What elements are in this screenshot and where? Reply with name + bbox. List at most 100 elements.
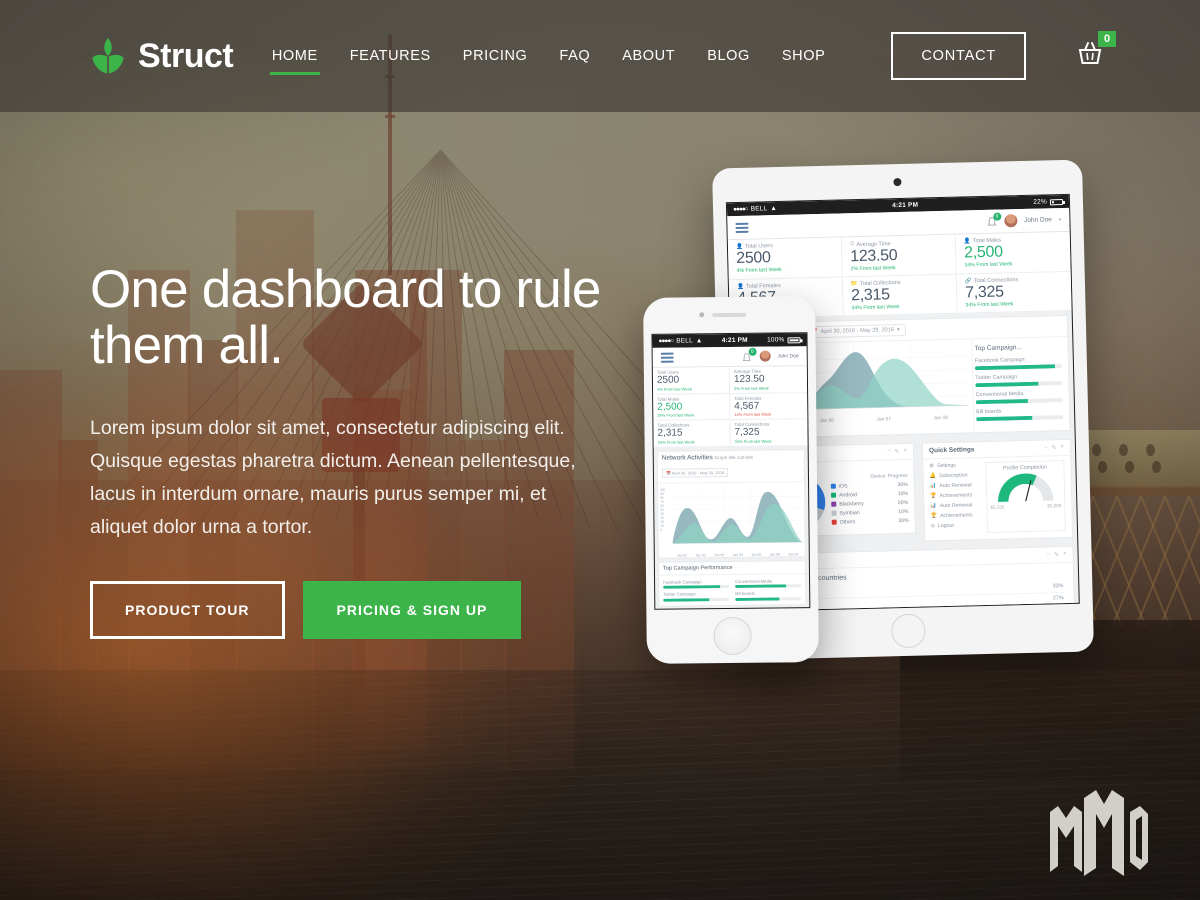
nav-item-home[interactable]: HOME xyxy=(269,42,320,75)
tablet-time: 4:21 PM xyxy=(892,201,919,210)
minimize-icon[interactable]: – xyxy=(1044,444,1048,451)
nav-item-shop[interactable]: SHOP xyxy=(780,42,828,70)
stat-delta: 2% From last Week xyxy=(850,265,896,273)
edit-icon[interactable]: ✎ xyxy=(1054,551,1059,558)
chevron-down-icon[interactable]: ▾ xyxy=(1059,217,1062,223)
user-name[interactable]: John Doe xyxy=(1024,216,1052,224)
stat-card: 🔗 Total Connections 7,325 34% From last Wee… xyxy=(956,271,1072,314)
quick-setting-item[interactable]: 📊 Auto Renewal xyxy=(930,502,982,509)
cart-count-badge: 0 xyxy=(1098,31,1116,47)
date-range-value: April 30, 2016 - May 29, 2016 xyxy=(671,469,725,476)
quick-setting-item[interactable]: ⎆ Logout xyxy=(931,522,983,530)
bell-icon[interactable]: 0 xyxy=(741,347,757,362)
quick-settings-title: Quick Settings xyxy=(928,446,975,455)
legend-item: Android 10% xyxy=(831,491,908,499)
chart-icon: 📊 xyxy=(929,483,937,490)
hero-title-line-2: them all. xyxy=(90,316,284,376)
notification-count: 0 xyxy=(992,212,1002,221)
top-campaign-title: Top Campaign... xyxy=(974,343,1022,353)
close-icon[interactable]: × xyxy=(1063,551,1067,558)
speaker-grille xyxy=(712,312,747,318)
top-campaign-performance-panel: Top Campaign Performance Facebook Campai… xyxy=(657,559,807,607)
quick-setting-item[interactable]: 🏆 Achievements xyxy=(931,512,983,519)
bell-icon[interactable]: 0 xyxy=(986,212,1002,227)
minimize-icon[interactable]: – xyxy=(1047,551,1051,558)
hamburger-icon[interactable] xyxy=(660,350,674,364)
logout-icon: ⎆ xyxy=(930,523,936,530)
home-button[interactable] xyxy=(713,616,752,656)
legend-col-device: Device xyxy=(870,473,886,480)
date-range-picker[interactable]: 📅 April 30, 2016 - May 29, 2016 ▾ xyxy=(804,323,906,339)
chart-x-axis: Jan 01 Jan 02 Jan 03 Jan 04 Jan 05 Jan 0… xyxy=(676,551,799,558)
nav-item-about[interactable]: ABOUT xyxy=(620,42,677,70)
avatar[interactable] xyxy=(759,350,771,362)
chart-y-axis: 100 90 80 70 60 50 40 30 20 10 0 xyxy=(660,487,666,532)
nav-item-features[interactable]: FEATURES xyxy=(348,42,433,70)
edit-icon[interactable]: ✎ xyxy=(1051,444,1056,451)
pricing-signup-button[interactable]: PRICING & SIGN UP xyxy=(302,581,522,640)
campaign-item: Conventional Media xyxy=(735,578,802,588)
top-campaign-panel: Top Campaign... Facebook Campaign Twitte… xyxy=(971,336,1070,433)
edit-icon[interactable]: ✎ xyxy=(894,448,899,455)
contact-button[interactable]: CONTACT xyxy=(891,32,1026,80)
quick-setting-item[interactable]: 🏆 Achievements xyxy=(930,492,982,499)
legend-item: iOS 30% xyxy=(830,482,908,490)
home-button[interactable] xyxy=(890,613,926,649)
tablet-carrier: BELL xyxy=(750,205,768,213)
campaign-label: Bill boards xyxy=(975,408,1002,416)
quick-setting-item[interactable]: 📊 Auto Renewal xyxy=(930,482,982,489)
nav-item-blog[interactable]: BLOG xyxy=(705,42,752,70)
phone-app-bar: 0 John Doe xyxy=(652,346,807,368)
device-usage-legend: Device Progress iOS 30% Android 10% Blackbe… xyxy=(830,473,909,529)
main-navigation: HOME FEATURES PRICING FAQ ABOUT BLOG SHO… xyxy=(269,31,1116,80)
campaign-label: Facebook Campaign xyxy=(974,356,1025,365)
date-range-picker[interactable]: 📅 April 30, 2016 - May 29, 2016 xyxy=(661,467,729,478)
product-tour-button[interactable]: PRODUCT TOUR xyxy=(90,581,285,640)
campaign-item: Twitter Campaign xyxy=(975,373,1063,388)
network-panel-title: Network Activities xyxy=(661,453,713,462)
campaign-panel-title: Top Campaign Performance xyxy=(662,564,733,572)
camera-icon xyxy=(699,312,705,318)
notification-count: 0 xyxy=(748,347,757,356)
mmo-monogram-icon xyxy=(1050,790,1148,876)
cart-button[interactable]: 0 xyxy=(1076,31,1116,73)
stat-delta: 34% From last Week xyxy=(851,303,900,312)
chevron-down-icon: ▾ xyxy=(896,326,900,333)
stat-card: 👤 Total Users 2500 4% From last Week xyxy=(727,237,843,281)
phone-screen: ●●●●○ BELL ▲ 4:21 PM 100% 0 John Doe Tot… xyxy=(651,332,811,610)
stat-delta: 34% From last Week xyxy=(965,301,1014,309)
brand-logo[interactable]: Struct xyxy=(90,36,234,76)
gauge-max: $5,000 xyxy=(1047,502,1062,509)
stat-card: Total Connections 7,325 34% From last Week xyxy=(730,419,808,447)
stat-card: Total Collections 2,315 34% From last Week xyxy=(653,420,731,448)
campaign-item: Bill boards xyxy=(735,590,802,601)
chart-icon: 📊 xyxy=(930,503,937,510)
campaign-label: Conventional Media xyxy=(975,390,1024,399)
stat-card: 📁 Total Collections 2,315 34% From last Wee… xyxy=(842,274,958,317)
brand-name: Struct xyxy=(138,36,234,75)
trophy-icon: 🏆 xyxy=(930,513,938,520)
page-title: One dashboard to rule them all. xyxy=(90,260,610,376)
network-panel-subtitle: Graph title sub-title xyxy=(714,454,754,460)
close-icon[interactable]: × xyxy=(903,448,907,455)
minimize-icon[interactable]: – xyxy=(887,448,891,455)
hamburger-icon[interactable] xyxy=(735,220,749,234)
nav-item-pricing[interactable]: PRICING xyxy=(461,42,530,70)
quick-setting-item[interactable]: ⚙ Settings xyxy=(929,462,981,470)
close-icon[interactable]: × xyxy=(1060,444,1064,451)
tablet-battery-pct: 22% xyxy=(1033,198,1048,206)
hero-title-line-1: One dashboard to rule xyxy=(90,260,601,319)
stat-delta: 34% From last Week xyxy=(964,261,1013,269)
mmo-watermark xyxy=(1044,788,1154,878)
nav-item-faq[interactable]: FAQ xyxy=(557,42,592,70)
stat-card: Total Females 4,567 14% From last Week xyxy=(730,392,808,421)
x-tick: Jan 08 xyxy=(933,415,948,422)
user-name[interactable]: John Doe xyxy=(777,353,798,359)
campaign-item: Facebook Campaign xyxy=(974,356,1063,371)
avatar[interactable] xyxy=(1003,214,1018,228)
hero-actions: PRODUCT TOUR PRICING & SIGN UP xyxy=(90,581,610,640)
stat-card: 👤 Total Males 2,500 34% From last Week xyxy=(955,231,1071,275)
quick-setting-item[interactable]: 🔔 Subscription xyxy=(930,472,982,479)
x-tick: Jan 06 xyxy=(819,418,835,424)
campaign-label: Twitter Campaign xyxy=(975,374,1018,382)
